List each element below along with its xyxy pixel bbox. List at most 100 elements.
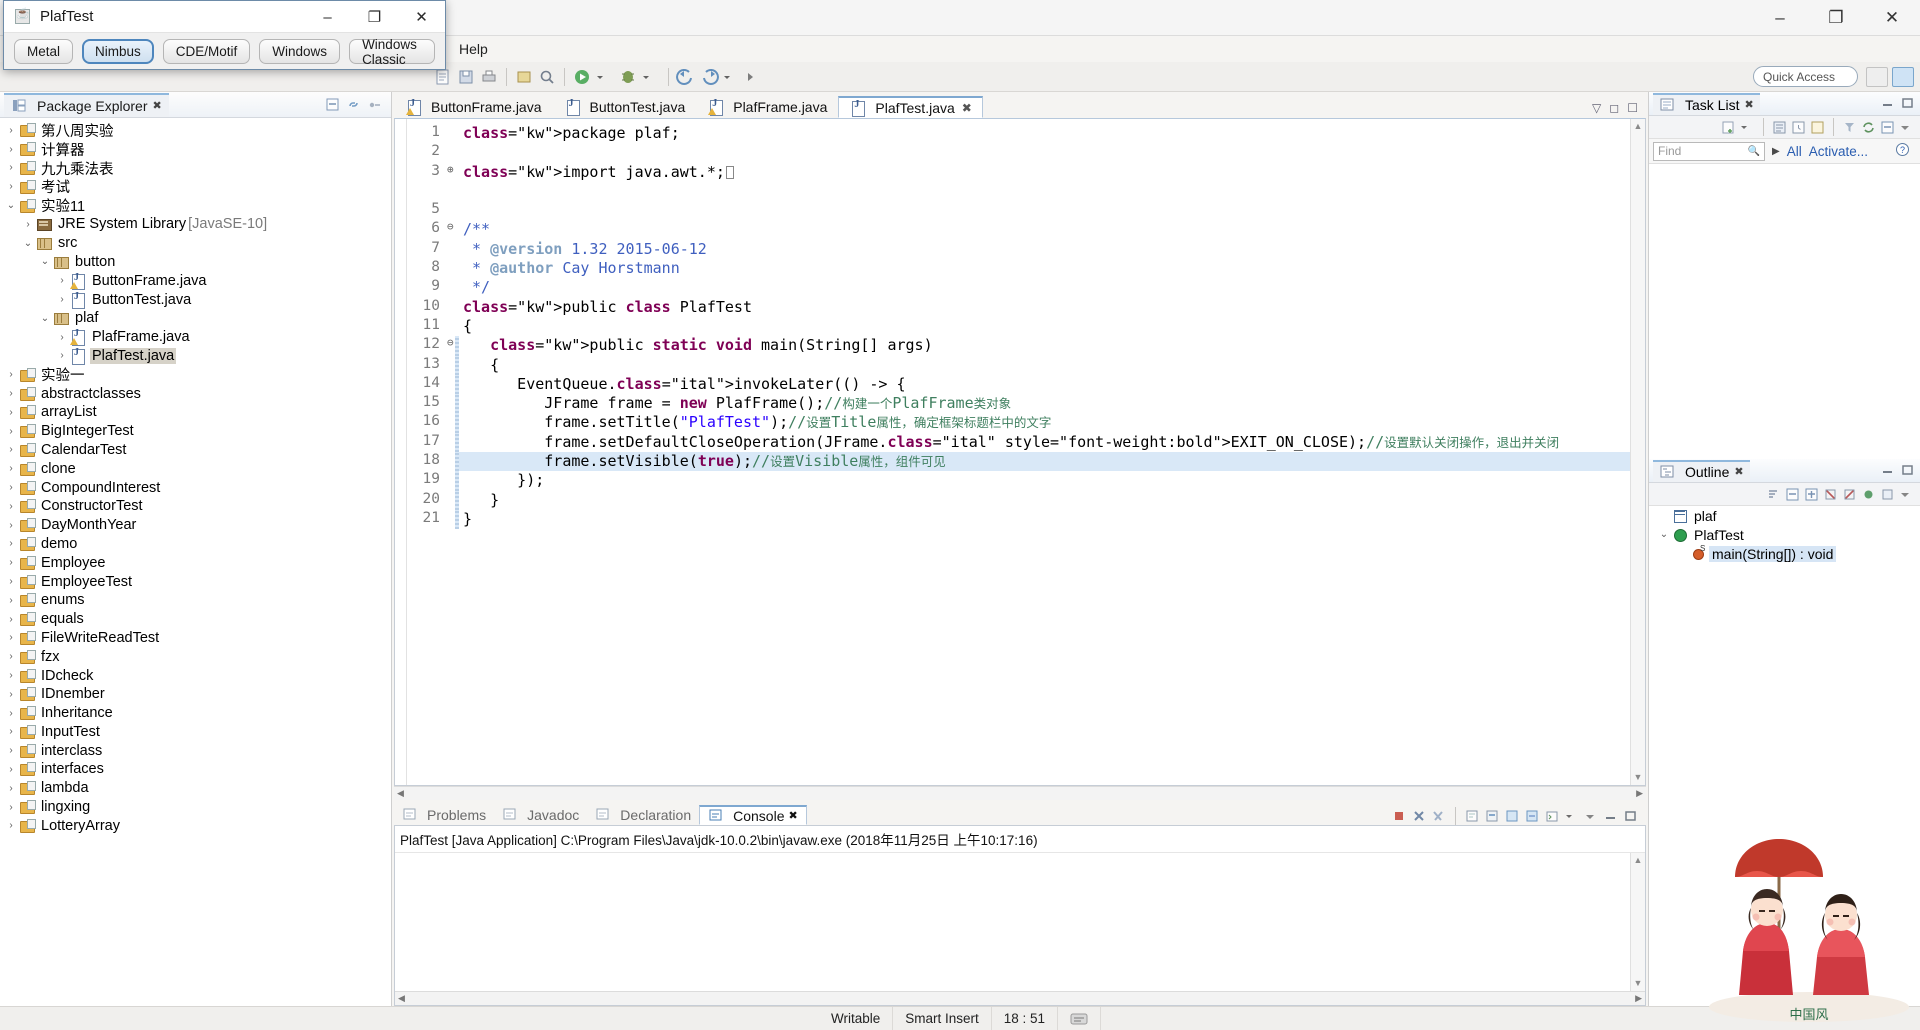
expand-arrow-icon[interactable]: ›: [4, 726, 18, 737]
tree-item[interactable]: ⌄ src: [0, 234, 391, 253]
tree-item[interactable]: › lingxing: [0, 798, 391, 817]
maximize-view-icon[interactable]: [1624, 808, 1640, 824]
task-list-content[interactable]: [1649, 164, 1920, 459]
fold-marker[interactable]: [443, 356, 455, 375]
tree-item[interactable]: › enums: [0, 591, 391, 610]
run-icon[interactable]: [572, 67, 592, 87]
scroll-down-arrow[interactable]: ▼: [1631, 770, 1645, 785]
code-line[interactable]: {: [459, 317, 1645, 336]
display-selected-console-icon[interactable]: [1524, 808, 1540, 824]
outline-item[interactable]: plaf: [1649, 506, 1920, 525]
new-task-icon[interactable]: [1721, 120, 1736, 135]
close-icon[interactable]: ✖: [1744, 98, 1753, 111]
fold-marker[interactable]: ⊖: [443, 220, 455, 239]
tree-item[interactable]: › FileWriteReadTest: [0, 629, 391, 648]
remove-launch-icon[interactable]: [1411, 808, 1427, 824]
tree-item[interactable]: › interclass: [0, 741, 391, 760]
scroll-up-arrow[interactable]: ▲: [1631, 853, 1645, 868]
outline-tab[interactable]: Outline ✖: [1653, 459, 1750, 482]
collapse-all-icon[interactable]: [325, 97, 340, 112]
console-tab[interactable]: Javadoc: [494, 805, 587, 825]
fold-marker[interactable]: ⊖: [443, 336, 455, 355]
activate-link[interactable]: Activate...: [1809, 144, 1868, 159]
tree-item[interactable]: › CalendarTest: [0, 441, 391, 460]
view-menu-icon[interactable]: [1584, 808, 1600, 824]
code-line[interactable]: frame.setTitle("PlafTest");//设置Title属性，确…: [459, 413, 1645, 432]
code-line[interactable]: {: [459, 356, 1645, 375]
maximize-view-icon[interactable]: ☐: [1627, 101, 1638, 115]
fold-marker[interactable]: [443, 298, 455, 317]
expand-arrow-icon[interactable]: ›: [4, 614, 18, 625]
chevron-right-icon[interactable]: ▶: [1772, 146, 1780, 157]
expand-arrow-icon[interactable]: ›: [4, 802, 18, 813]
close-icon[interactable]: ✖: [1734, 465, 1743, 478]
tree-item[interactable]: › BigIntegerTest: [0, 422, 391, 441]
expand-arrow-icon[interactable]: ⌄: [38, 313, 52, 324]
expand-arrow-icon[interactable]: ⌄: [1657, 529, 1671, 540]
tree-item[interactable]: ⌄ plaf: [0, 309, 391, 328]
editor-tab[interactable]: ButtonFrame.java: [394, 96, 553, 118]
expand-arrow-icon[interactable]: ›: [55, 350, 69, 361]
maximize-view-icon[interactable]: [1901, 96, 1916, 111]
view-menu-icon[interactable]: [1899, 120, 1914, 135]
restore-view-icon[interactable]: ◻: [1609, 101, 1619, 115]
code-line[interactable]: [459, 182, 1645, 201]
outline-item[interactable]: ⌄ PlafTest: [1649, 525, 1920, 544]
collapse-all-icon[interactable]: [1880, 120, 1895, 135]
print-icon[interactable]: [479, 67, 499, 87]
expand-arrow-icon[interactable]: ›: [4, 708, 18, 719]
tree-item[interactable]: › lambda: [0, 779, 391, 798]
scroll-lock-icon[interactable]: [1484, 808, 1500, 824]
tree-item[interactable]: › InputTest: [0, 723, 391, 742]
code-line[interactable]: * @version 1.32 2015-06-12: [459, 240, 1645, 259]
search-icon[interactable]: 🔍: [1748, 146, 1760, 157]
task-find-input[interactable]: Find 🔍: [1653, 141, 1765, 161]
plaf-button[interactable]: Windows Classic: [349, 37, 435, 67]
plaf-button[interactable]: Nimbus: [82, 39, 154, 64]
expand-arrow-icon[interactable]: ›: [55, 294, 69, 305]
plaf-button[interactable]: Metal: [14, 39, 74, 64]
code-line[interactable]: EventQueue.class="ital">invokeLater(() -…: [459, 375, 1645, 394]
outline-item[interactable]: main(String[]) : void: [1649, 544, 1920, 563]
tree-item[interactable]: › PlafFrame.java: [0, 328, 391, 347]
tree-item[interactable]: ⌄ button: [0, 253, 391, 272]
tree-item[interactable]: › clone: [0, 459, 391, 478]
scroll-left-arrow[interactable]: ◀: [397, 788, 404, 799]
expand-arrow-icon[interactable]: ›: [4, 388, 18, 399]
code-line[interactable]: }: [459, 491, 1645, 510]
terminate-icon[interactable]: [1391, 808, 1407, 824]
console-tab[interactable]: Declaration: [587, 805, 699, 825]
plaf-button[interactable]: Windows: [259, 39, 341, 64]
expand-arrow-icon[interactable]: ›: [4, 670, 18, 681]
expand-arrow-icon[interactable]: ›: [4, 820, 18, 831]
code-line[interactable]: frame.setVisible(true);//设置Visible属性，组件可…: [459, 452, 1645, 472]
tree-item[interactable]: › JRE System Library [JavaSE-10]: [0, 215, 391, 234]
console-tab[interactable]: Console ✖: [699, 805, 807, 825]
filter-completed-icon[interactable]: [1842, 120, 1857, 135]
fold-marker[interactable]: [443, 143, 455, 162]
debug-icon[interactable]: [618, 67, 638, 87]
hide-static-icon[interactable]: [1842, 487, 1857, 502]
expand-arrow-icon[interactable]: ›: [55, 332, 69, 343]
close-icon[interactable]: ✖: [962, 101, 972, 115]
help-icon[interactable]: ?: [1895, 142, 1916, 161]
scroll-down-arrow[interactable]: ▼: [1631, 976, 1645, 991]
expand-arrow-icon[interactable]: ›: [4, 576, 18, 587]
forward-icon[interactable]: [699, 67, 719, 87]
hide-nonpublic-icon[interactable]: [1861, 487, 1876, 502]
tree-item[interactable]: › CompoundInterest: [0, 478, 391, 497]
expand-arrow-icon[interactable]: ›: [4, 181, 18, 192]
tree-item[interactable]: › 实验一: [0, 365, 391, 384]
view-menu-icon[interactable]: [367, 97, 382, 112]
menu-item-help[interactable]: Help: [454, 39, 493, 59]
minimize-view-icon[interactable]: [1604, 808, 1620, 824]
expand-arrow-icon[interactable]: ›: [4, 557, 18, 568]
expand-arrow-icon[interactable]: ›: [4, 501, 18, 512]
tree-item[interactable]: › PlafTest.java: [0, 347, 391, 366]
expand-arrow-icon[interactable]: ›: [55, 275, 69, 286]
tree-item[interactable]: ⌄ 实验11: [0, 196, 391, 215]
chevron-down-icon[interactable]: [641, 67, 661, 87]
fold-marker[interactable]: [443, 491, 455, 510]
tree-item[interactable]: › 考试: [0, 177, 391, 196]
build-icon[interactable]: [514, 67, 534, 87]
